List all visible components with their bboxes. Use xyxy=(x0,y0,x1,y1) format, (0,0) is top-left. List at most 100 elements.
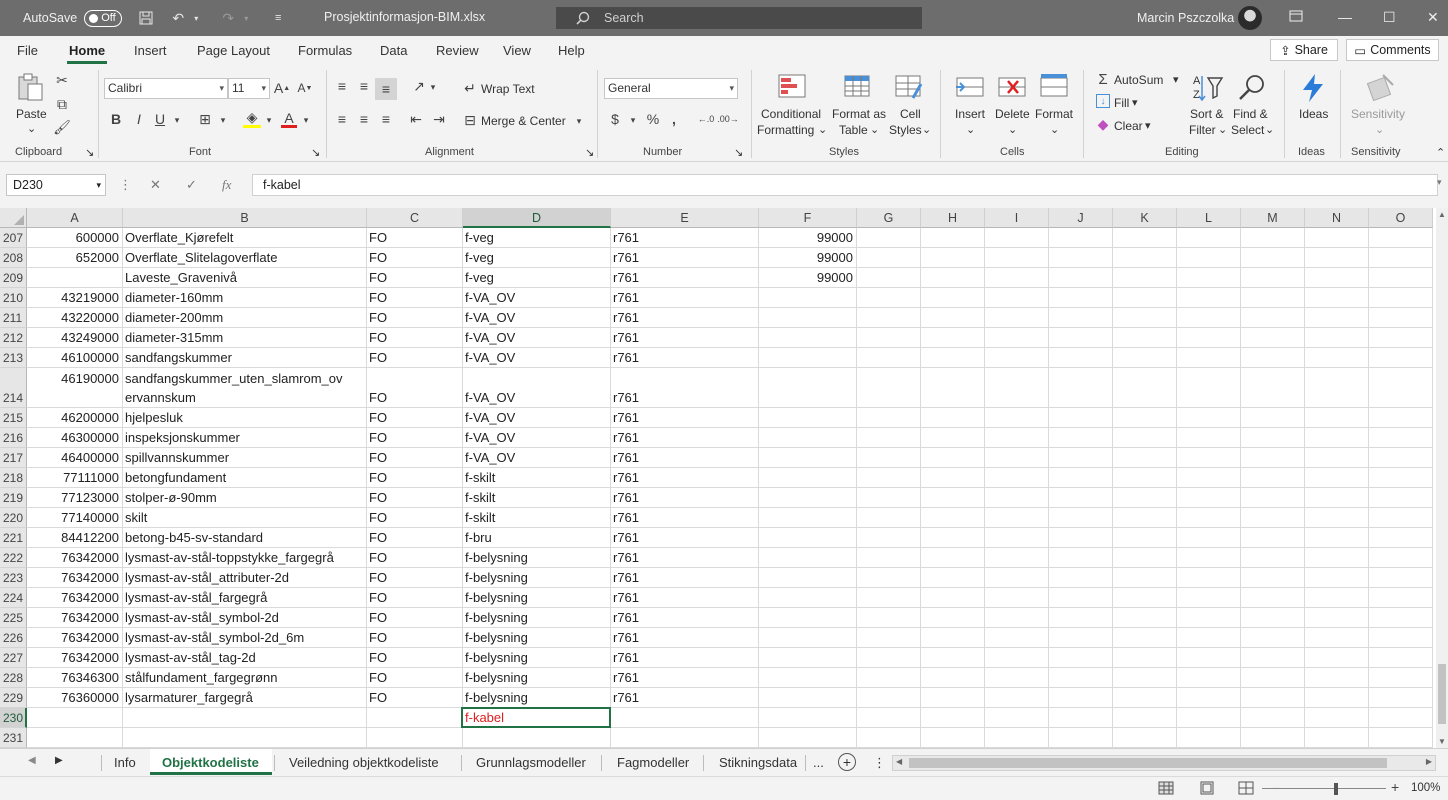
scroll-up-icon[interactable]: ▲ xyxy=(1438,210,1446,219)
cell-c213[interactable]: FO xyxy=(369,350,387,366)
cell-a221[interactable]: 84412200 xyxy=(29,530,119,546)
row-header-219[interactable]: 219 xyxy=(0,488,27,508)
cell-f207[interactable]: 99000 xyxy=(761,230,853,246)
cell-e223[interactable]: r761 xyxy=(613,570,639,586)
cell-d209[interactable]: f-veg xyxy=(465,270,494,286)
column-header-c[interactable]: C xyxy=(367,208,463,228)
cell-e222[interactable]: r761 xyxy=(613,550,639,566)
avatar[interactable] xyxy=(1238,6,1262,30)
find-select-dropdown-icon[interactable]: ⌄ xyxy=(1265,123,1274,136)
clear-dropdown-icon[interactable]: ▾ xyxy=(1145,119,1151,132)
merge-center-button[interactable]: Merge & Center xyxy=(481,114,566,128)
cell-d215[interactable]: f-VA_OV xyxy=(465,410,515,426)
cell-b216[interactable]: inspeksjonskummer xyxy=(125,430,240,446)
wrap-text-icon[interactable]: ↵ xyxy=(462,80,478,96)
decrease-decimal-icon[interactable]: .00→ xyxy=(717,111,739,127)
format-as-table-icon[interactable] xyxy=(842,72,874,104)
paste-dropdown-icon[interactable]: ⌄ xyxy=(27,122,36,135)
cell-styles-icon[interactable] xyxy=(893,72,925,104)
ribbon-display-options-icon[interactable] xyxy=(1289,9,1303,25)
customize-toolbar-icon[interactable]: ≡ xyxy=(270,10,286,26)
cell-c221[interactable]: FO xyxy=(369,530,387,546)
cell-a225[interactable]: 76342000 xyxy=(29,610,119,626)
column-header-n[interactable]: N xyxy=(1305,208,1369,228)
share-button[interactable]: ⇪ Share xyxy=(1270,39,1338,61)
font-name-combo[interactable]: Calibri ▾ xyxy=(104,78,228,99)
cell-d210[interactable]: f-VA_OV xyxy=(465,290,515,306)
cell-a207[interactable]: 600000 xyxy=(29,230,119,246)
cell-d221[interactable]: f-bru xyxy=(465,530,492,546)
cell-c207[interactable]: FO xyxy=(369,230,387,246)
more-sheets-button[interactable]: ... xyxy=(813,755,824,770)
cell-d208[interactable]: f-veg xyxy=(465,250,494,266)
zoom-slider[interactable] xyxy=(1262,788,1386,789)
cell-e226[interactable]: r761 xyxy=(613,630,639,646)
font-size-combo[interactable]: 11 ▾ xyxy=(228,78,270,99)
sort-filter-label-2[interactable]: Filter xyxy=(1189,123,1216,137)
cell-c210[interactable]: FO xyxy=(369,290,387,306)
vertical-scrollbar[interactable]: ▲ ▼ xyxy=(1436,208,1448,748)
row-header-221[interactable]: 221 xyxy=(0,528,27,548)
fill-icon[interactable]: ↓ xyxy=(1096,94,1110,108)
cell-c209[interactable]: FO xyxy=(369,270,387,286)
sort-filter-icon[interactable]: AZ xyxy=(1192,72,1224,104)
find-select-label-1[interactable]: Find & xyxy=(1233,107,1268,121)
row-header-216[interactable]: 216 xyxy=(0,428,27,448)
cell-c219[interactable]: FO xyxy=(369,490,387,506)
row-header-229[interactable]: 229 xyxy=(0,688,27,708)
zoom-level[interactable]: 100% xyxy=(1411,782,1440,794)
delete-cells-dropdown-icon[interactable]: ⌄ xyxy=(1008,123,1017,136)
autosum-icon[interactable]: Σ xyxy=(1096,71,1110,88)
formula-input[interactable] xyxy=(252,174,1438,196)
delete-cells-button[interactable]: Delete xyxy=(995,107,1030,121)
cell-e228[interactable]: r761 xyxy=(613,670,639,686)
cell-a223[interactable]: 76342000 xyxy=(29,570,119,586)
format-cells-button[interactable]: Format xyxy=(1035,107,1073,121)
autosum-dropdown-icon[interactable]: ▾ xyxy=(1173,73,1179,86)
close-icon[interactable]: ✕ xyxy=(1427,9,1439,26)
zoom-slider-thumb[interactable] xyxy=(1334,783,1338,795)
bold-icon[interactable]: B xyxy=(108,111,124,127)
formula-text[interactable]: f-kabel xyxy=(263,178,301,192)
cell-f209[interactable]: 99000 xyxy=(761,270,853,286)
redo-icon[interactable]: ↷ xyxy=(220,10,236,26)
cell-a228[interactable]: 76346300 xyxy=(29,670,119,686)
format-cells-icon[interactable] xyxy=(1038,72,1070,104)
clear-button[interactable]: Clear xyxy=(1114,119,1143,133)
cell-b219[interactable]: stolper-ø-90mm xyxy=(125,490,217,506)
cell-b213[interactable]: sandfangskummer xyxy=(125,350,232,366)
cell-b220[interactable]: skilt xyxy=(125,510,147,526)
cell-c223[interactable]: FO xyxy=(369,570,387,586)
autosum-button[interactable]: AutoSum xyxy=(1114,73,1163,87)
conditional-formatting-dropdown-icon[interactable]: ⌄ xyxy=(818,123,827,136)
tab-home[interactable]: Home xyxy=(69,43,105,58)
minimize-icon[interactable]: — xyxy=(1338,9,1352,25)
hscroll-left-icon[interactable]: ◀ xyxy=(896,757,902,766)
row-header-222[interactable]: 222 xyxy=(0,548,27,568)
row-header-213[interactable]: 213 xyxy=(0,348,27,368)
find-select-label-2[interactable]: Select xyxy=(1231,123,1264,137)
cell-e218[interactable]: r761 xyxy=(613,470,639,486)
row-header-227[interactable]: 227 xyxy=(0,648,27,668)
column-header-e[interactable]: E xyxy=(611,208,759,228)
ideas-button[interactable]: Ideas xyxy=(1299,107,1328,121)
cell-c226[interactable]: FO xyxy=(369,630,387,646)
increase-font-icon[interactable]: A ▲ xyxy=(273,80,291,96)
row-header-210[interactable]: 210 xyxy=(0,288,27,308)
cell-d228[interactable]: f-belysning xyxy=(465,670,528,686)
format-as-table-dropdown-icon[interactable]: ⌄ xyxy=(870,123,879,136)
cell-d207[interactable]: f-veg xyxy=(465,230,494,246)
cell-a219[interactable]: 77123000 xyxy=(29,490,119,506)
cell-b212[interactable]: diameter-315mm xyxy=(125,330,223,346)
sheet-scroll-left-icon[interactable]: ◀ xyxy=(28,755,36,766)
cell-c220[interactable]: FO xyxy=(369,510,387,526)
fill-button[interactable]: Fill xyxy=(1114,96,1129,110)
cell-b210[interactable]: diameter-160mm xyxy=(125,290,223,306)
sheet-tab-objektkodeliste[interactable]: Objektkodeliste xyxy=(162,755,259,770)
cell-a216[interactable]: 46300000 xyxy=(29,430,119,446)
font-color-icon[interactable]: A xyxy=(281,110,297,128)
cell-b214-line1[interactable]: sandfangskummer_uten_slamrom_ov xyxy=(125,371,343,387)
cell-c215[interactable]: FO xyxy=(369,410,387,426)
cell-b217[interactable]: spillvannskummer xyxy=(125,450,229,466)
clipboard-launcher-icon[interactable]: ↘ xyxy=(85,146,94,159)
